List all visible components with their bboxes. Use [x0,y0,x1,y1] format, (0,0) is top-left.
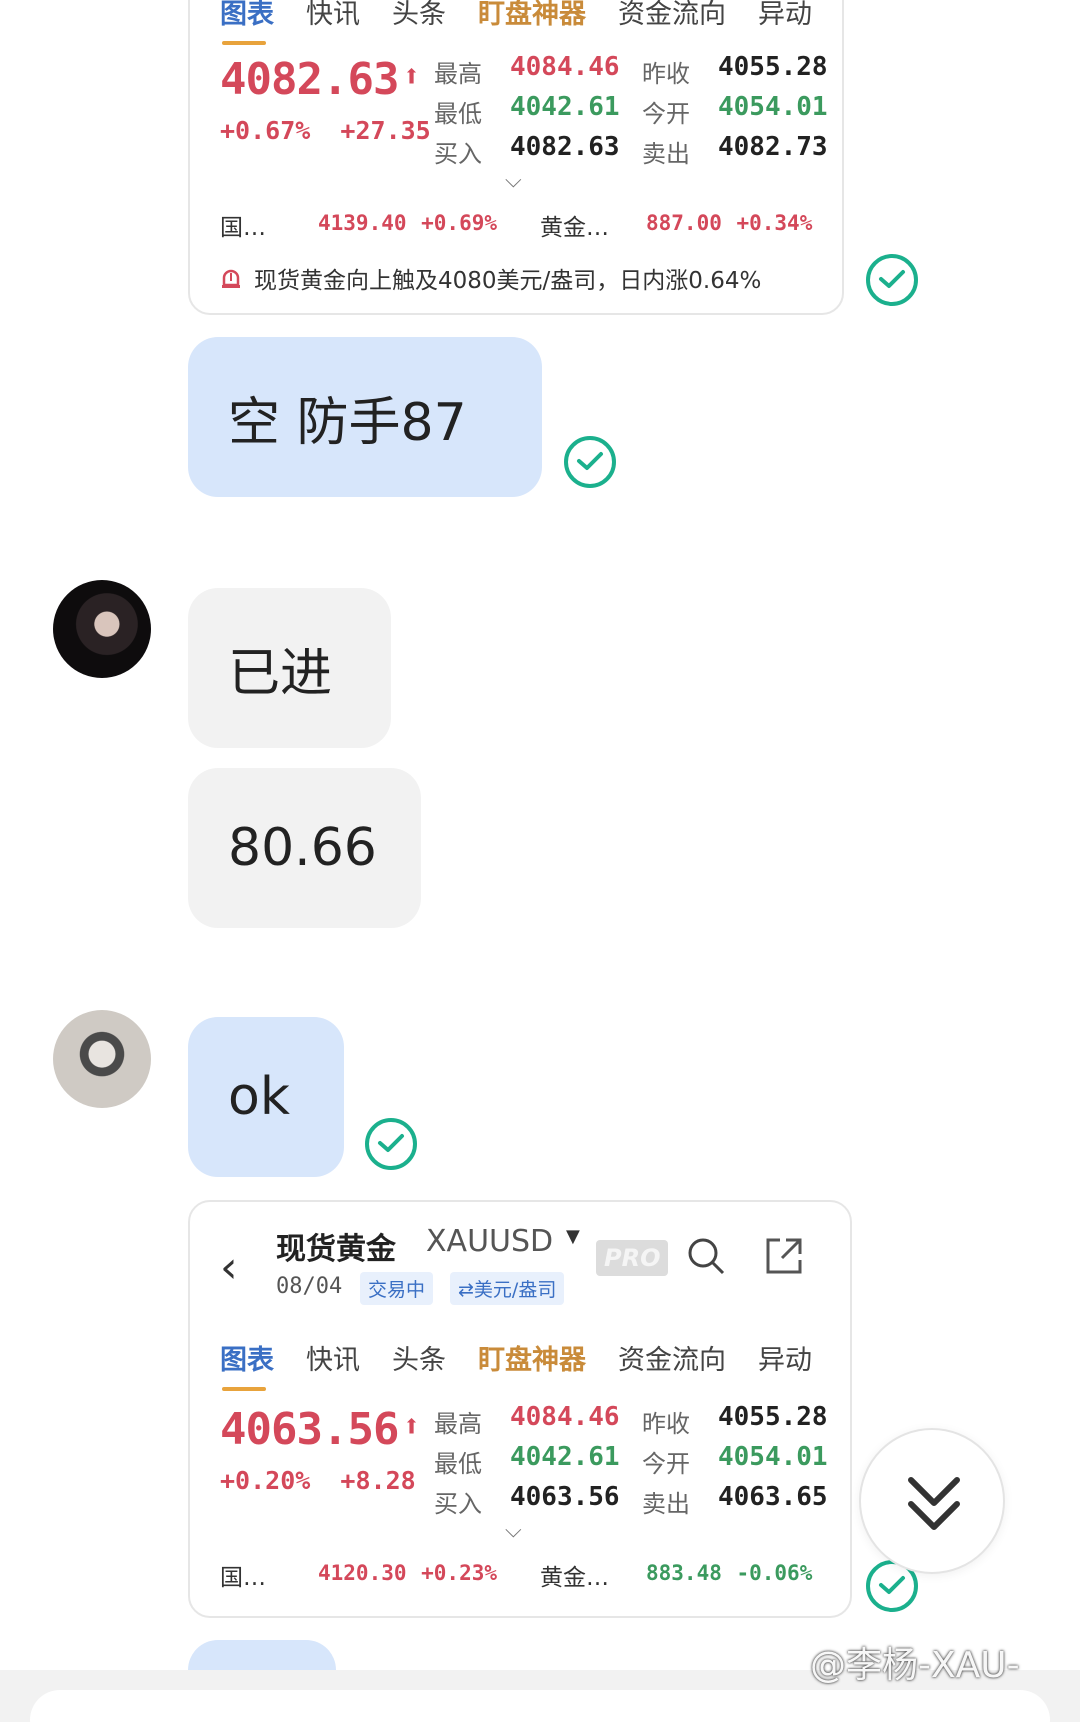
high-value: 4084.46 [510,52,620,82]
index-item-2[interactable]: 黄金… [540,1558,609,1592]
tab-chart[interactable]: 图表 [220,1338,274,1391]
tab-movers[interactable]: 异动 [758,0,812,31]
message-bubble-received[interactable]: 80.66 [188,768,421,928]
prev-close-value: 4055.28 [718,52,828,82]
index-item-1-values: 4120.30 +0.23% [318,1561,497,1585]
dropdown-icon[interactable]: ▼ [566,1226,580,1247]
double-chevron-down-icon [908,1477,960,1530]
prev-close-label: 昨收 [642,60,690,88]
read-check-icon [866,254,918,306]
quote-card-1[interactable]: 图表 快讯 头条 盯盘神器 资金流向 异动 4082.63 ⬆ +0.67% +2… [188,0,844,315]
open-label: 今开 [642,100,690,128]
prev-close-value: 4055.28 [718,1402,828,1432]
price-change: +0.20% +8.28 [220,1466,416,1495]
instrument-symbol[interactable]: XAUUSD [426,1224,553,1259]
tab-monitor[interactable]: 盯盘神器 [478,1338,586,1377]
avatar[interactable] [53,1010,151,1108]
change-amount: +27.35 [340,116,431,145]
read-check-icon [564,436,616,488]
last-price: 4063.56 ⬆ [220,1404,421,1455]
high-label: 最高 [434,1410,482,1438]
low-label: 最低 [434,100,482,128]
price-change: +0.67% +27.35 [220,116,431,145]
quote-tabs: 图表 快讯 头条 盯盘神器 资金流向 异动 [220,0,842,45]
scroll-to-bottom-button[interactable] [859,1428,1005,1574]
tab-chart[interactable]: 图表 [220,0,274,45]
low-label: 最低 [434,1450,482,1478]
unit-toggle[interactable]: ⇄美元/盎司 [450,1272,565,1305]
tab-news[interactable]: 快讯 [306,1338,360,1377]
index-item-2-values: 883.48 -0.06% [646,1561,813,1585]
watermark: @李杨-XAU- [810,1645,1020,1686]
quote-tabs: 图表 快讯 头条 盯盘神器 资金流向 异动 [220,1338,844,1391]
tab-headlines[interactable]: 头条 [392,1338,446,1377]
sell-value: 4082.73 [718,132,828,162]
index-item-2[interactable]: 黄金… [540,208,609,242]
tab-headlines[interactable]: 头条 [392,0,446,31]
message-input[interactable] [30,1690,1050,1722]
buy-label: 买入 [434,140,482,168]
quote-date: 08/04 [276,1274,343,1299]
low-value: 4042.61 [510,1442,620,1472]
up-arrow-icon: ⬆ [402,1409,420,1444]
index-item-1-values: 4139.40 +0.69% [318,211,497,235]
message-bubble-sent[interactable]: 空 防手87 [188,337,542,497]
sell-value: 4063.65 [718,1482,828,1512]
tab-fund-flow[interactable]: 资金流向 [618,0,726,31]
index-item-1[interactable]: 国… [220,208,266,242]
instrument-title: 现货黄金 [276,1232,396,1267]
read-check-icon [365,1118,417,1170]
open-value: 4054.01 [718,1442,828,1472]
price-alert[interactable]: 现货黄金向上触及4080美元/盎司，日内涨0.64% [220,261,761,295]
tab-movers[interactable]: 异动 [758,1338,812,1377]
tab-monitor[interactable]: 盯盘神器 [478,0,586,31]
index-item-2-values: 887.00 +0.34% [646,211,813,235]
trading-status-badge: 交易中 [360,1272,434,1305]
quote-card-2[interactable]: ‹ 现货黄金 XAUUSD ▼ PRO 08/04 交易中 ⇄美元/盎司 图表 … [188,1200,852,1618]
change-percent: +0.20% [220,1466,311,1495]
sell-label: 卖出 [642,140,690,168]
message-text: 80.66 [228,818,377,878]
open-value: 4054.01 [718,92,828,122]
message-text: ok [228,1067,290,1127]
message-bubble-sent[interactable]: ok [188,1017,344,1177]
buy-value: 4082.63 [510,132,620,162]
up-arrow-icon: ⬆ [402,59,420,94]
prev-close-label: 昨收 [642,1410,690,1438]
last-price: 4082.63 ⬆ [220,54,421,105]
buy-label: 买入 [434,1490,482,1518]
search-icon[interactable] [686,1236,726,1280]
chevron-down-icon[interactable]: ⌵ [505,1518,522,1543]
tab-news[interactable]: 快讯 [306,0,360,31]
alarm-icon [220,267,242,289]
change-percent: +0.67% [220,116,311,145]
tab-fund-flow[interactable]: 资金流向 [618,1338,726,1377]
pro-badge[interactable]: PRO [596,1240,669,1276]
message-text: 空 防手87 [228,392,467,453]
avatar[interactable] [53,580,151,678]
high-label: 最高 [434,60,482,88]
buy-value: 4063.56 [510,1482,620,1512]
open-label: 今开 [642,1450,690,1478]
back-chevron-icon[interactable]: ‹ [220,1242,238,1293]
message-bubble-received[interactable]: 已进 [188,588,391,748]
message-text: 已进 [228,643,333,704]
chevron-down-icon[interactable]: ⌵ [505,168,522,193]
index-item-1[interactable]: 国… [220,1558,266,1592]
sell-label: 卖出 [642,1490,690,1518]
share-icon[interactable] [764,1236,804,1280]
change-amount: +8.28 [340,1466,416,1495]
high-value: 4084.46 [510,1402,620,1432]
low-value: 4042.61 [510,92,620,122]
